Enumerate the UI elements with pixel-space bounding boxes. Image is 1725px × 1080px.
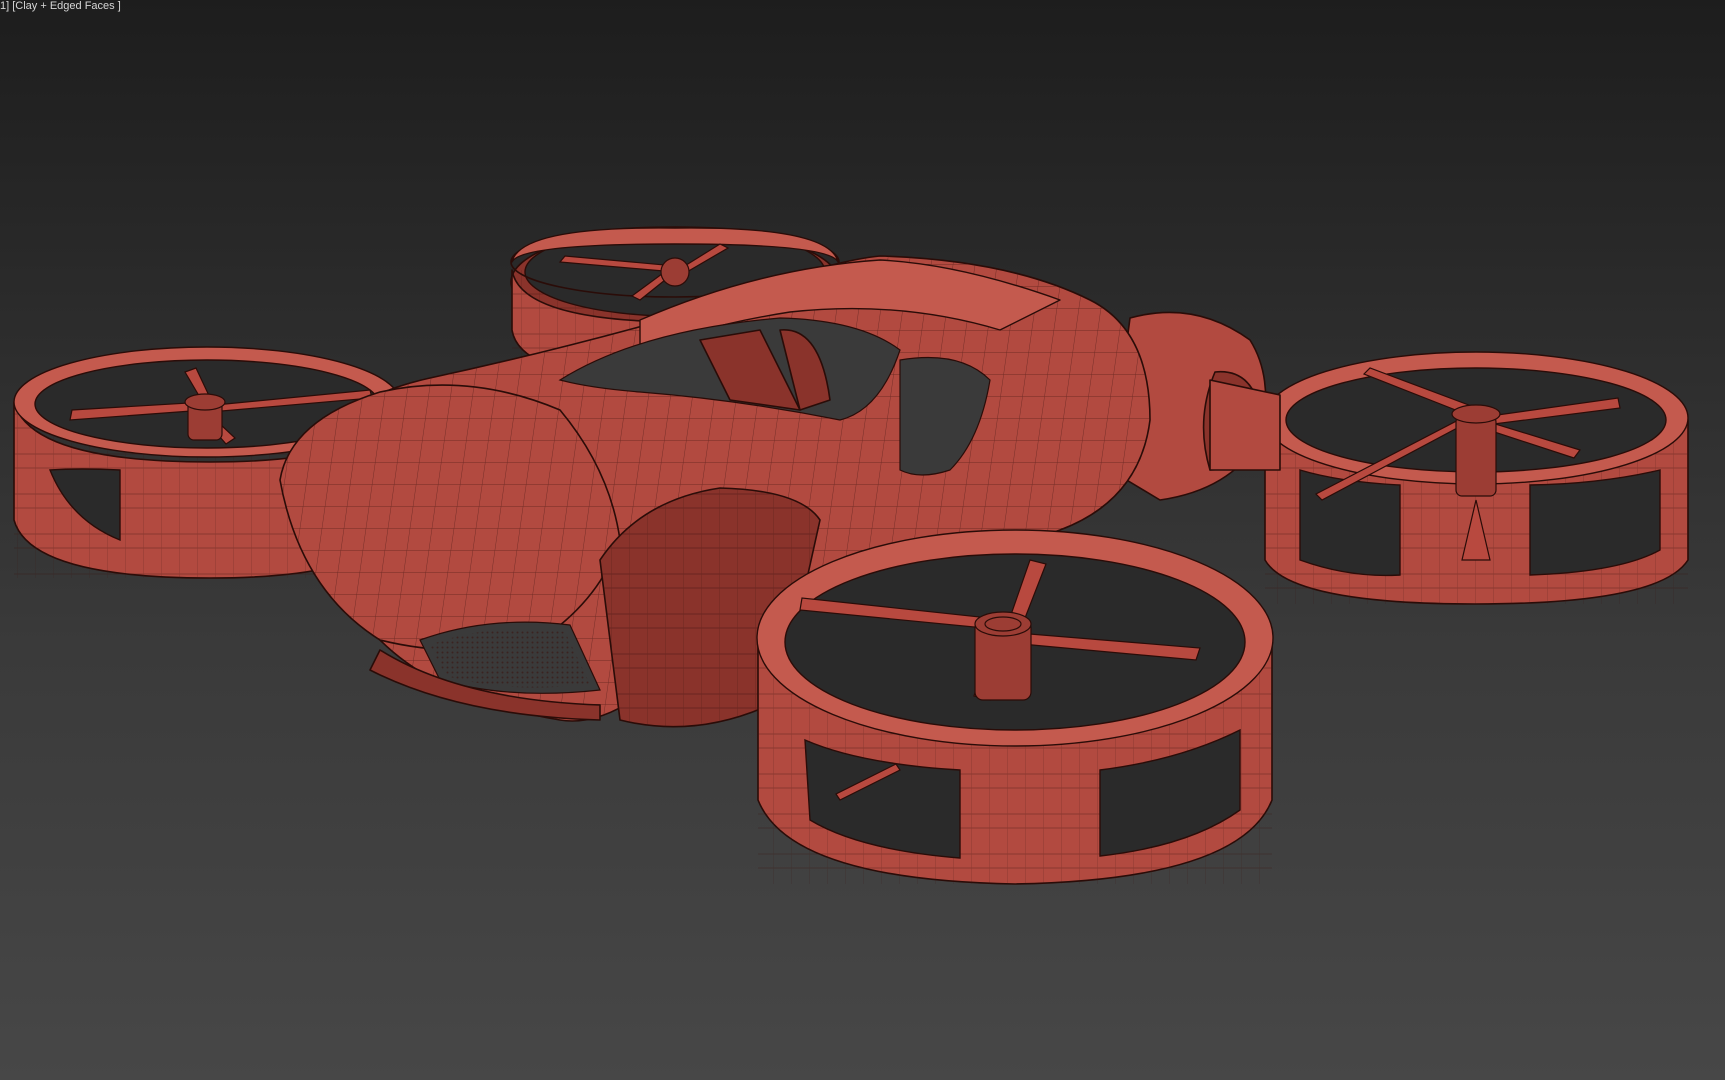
viewport-label[interactable]: 1] [Clay + Edged Faces ] bbox=[0, 0, 121, 13]
3d-viewport[interactable]: 1] [Clay + Edged Faces ] bbox=[0, 0, 1725, 1080]
flying-car-model[interactable] bbox=[0, 0, 1725, 1080]
rotor-front-right bbox=[756, 529, 1274, 885]
rotor-rear-right bbox=[1263, 351, 1689, 605]
